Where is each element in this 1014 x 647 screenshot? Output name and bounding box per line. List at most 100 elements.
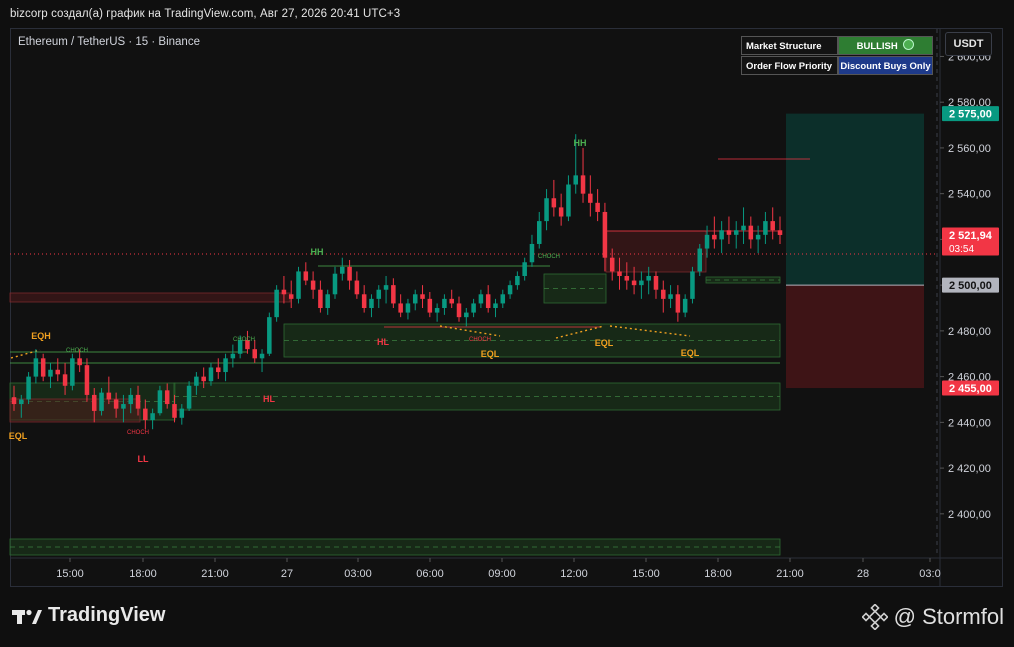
candle-body xyxy=(216,367,221,373)
candle-body xyxy=(456,303,462,318)
price-marker-label: 2 575,00 xyxy=(949,109,992,121)
price-marker-label: 2 500,00 xyxy=(949,280,992,292)
candle-body xyxy=(434,308,440,313)
candle-body xyxy=(485,294,491,309)
candle-body xyxy=(697,248,703,272)
candle-body xyxy=(412,294,418,304)
supply-zone xyxy=(605,230,707,273)
time-tick-label: 21:00 xyxy=(201,568,229,580)
price-tick-label: 2 440,00 xyxy=(948,417,991,429)
candle-body xyxy=(325,294,330,309)
position-stop-zone xyxy=(786,285,924,389)
eqh-label: EQH xyxy=(31,331,51,341)
position-target-zone xyxy=(786,113,924,286)
candle-body xyxy=(369,298,374,309)
candle-body xyxy=(318,289,323,309)
hh-label: HH xyxy=(311,247,324,257)
candle-body xyxy=(164,390,170,405)
candle-body xyxy=(281,289,287,295)
candle-body xyxy=(471,303,476,313)
eql-label: EQL xyxy=(681,348,700,358)
candle-body xyxy=(493,303,498,309)
currency-button[interactable]: USDT xyxy=(945,32,992,56)
candle-body xyxy=(19,399,24,405)
candle-body xyxy=(55,369,61,375)
candle-body xyxy=(646,275,651,281)
choch-label: CHOCH xyxy=(66,348,88,354)
candle-body xyxy=(595,202,600,212)
candle-body xyxy=(777,230,783,235)
candle-body xyxy=(733,230,739,235)
chart-canvas[interactable]: 2 600,002 580,002 560,002 540,002 520,00… xyxy=(0,0,1014,647)
choch-label: CHOCH xyxy=(127,430,149,436)
choch-label: CHOCH xyxy=(469,337,491,343)
candle-body xyxy=(310,280,316,290)
price-marker-label: 2 521,94 xyxy=(949,230,993,242)
price-tick-label: 2 540,00 xyxy=(948,189,991,201)
candle-body xyxy=(106,392,112,400)
candle-body xyxy=(230,353,236,359)
candle-body xyxy=(376,289,382,299)
candle-body xyxy=(347,266,352,281)
market-structure-value: BULLISH xyxy=(838,36,933,55)
candle-body xyxy=(741,225,746,231)
market-structure-panel: Market Structure BULLISH Order Flow Prio… xyxy=(741,36,933,76)
price-tick-label: 2 400,00 xyxy=(948,509,991,521)
time-tick-label: 06:00 xyxy=(416,568,444,580)
time-tick-label: 12:00 xyxy=(560,568,588,580)
price-marker-label: 2 455,00 xyxy=(949,383,992,395)
candle-body xyxy=(639,280,644,286)
candle-body xyxy=(558,207,564,217)
supply-zone xyxy=(9,292,291,303)
candle-body xyxy=(405,303,411,313)
time-tick-label: 15:00 xyxy=(632,568,660,580)
candle-body xyxy=(544,198,549,222)
market-structure-value-text: BULLISH xyxy=(856,41,898,52)
hl-label: HL xyxy=(263,394,275,404)
candle-body xyxy=(515,275,520,286)
candle-body xyxy=(274,289,279,318)
candle-body xyxy=(682,298,688,313)
eql-label: EQL xyxy=(9,431,28,441)
candle-body xyxy=(427,298,433,313)
choch-label: CHOCH xyxy=(233,337,255,343)
candle-body xyxy=(398,303,403,313)
candle-body xyxy=(661,289,666,299)
author-watermark: @ Stormfol xyxy=(861,604,1004,630)
candle-body xyxy=(340,266,345,274)
candle-body xyxy=(208,367,214,382)
candle-body xyxy=(99,392,104,411)
candle-body xyxy=(602,211,608,258)
candle-body xyxy=(500,294,506,304)
tradingview-logo-icon xyxy=(12,609,42,624)
candle-body xyxy=(522,262,527,276)
tradingview-logo: TradingView xyxy=(12,604,165,627)
candle-body xyxy=(70,358,75,386)
candle-body xyxy=(442,298,447,309)
candle-body xyxy=(609,257,615,272)
candle-body xyxy=(653,275,659,290)
candle-body xyxy=(40,358,46,377)
binance-icon xyxy=(861,604,888,630)
candle-body xyxy=(11,397,17,405)
candle-body xyxy=(755,234,761,240)
time-tick-label: 09:00 xyxy=(488,568,516,580)
eql-label: EQL xyxy=(481,349,500,359)
candle-body xyxy=(186,385,192,409)
candle-body xyxy=(361,294,367,309)
price-tick-label: 2 560,00 xyxy=(948,143,991,155)
time-tick-label: 18:00 xyxy=(704,568,732,580)
candle-body xyxy=(391,285,396,304)
candle-body xyxy=(201,376,206,382)
market-structure-label: Market Structure xyxy=(741,36,838,55)
candle-body xyxy=(288,294,294,299)
eql-label: EQL xyxy=(595,338,614,348)
hl-label: HL xyxy=(377,337,389,347)
candle-body xyxy=(464,312,469,318)
candle-body xyxy=(33,358,39,377)
candle-body xyxy=(420,294,425,299)
candle-body xyxy=(631,280,637,286)
price-tick-label: 2 420,00 xyxy=(948,463,991,475)
candle-body xyxy=(704,234,710,249)
candle-body xyxy=(157,390,163,414)
